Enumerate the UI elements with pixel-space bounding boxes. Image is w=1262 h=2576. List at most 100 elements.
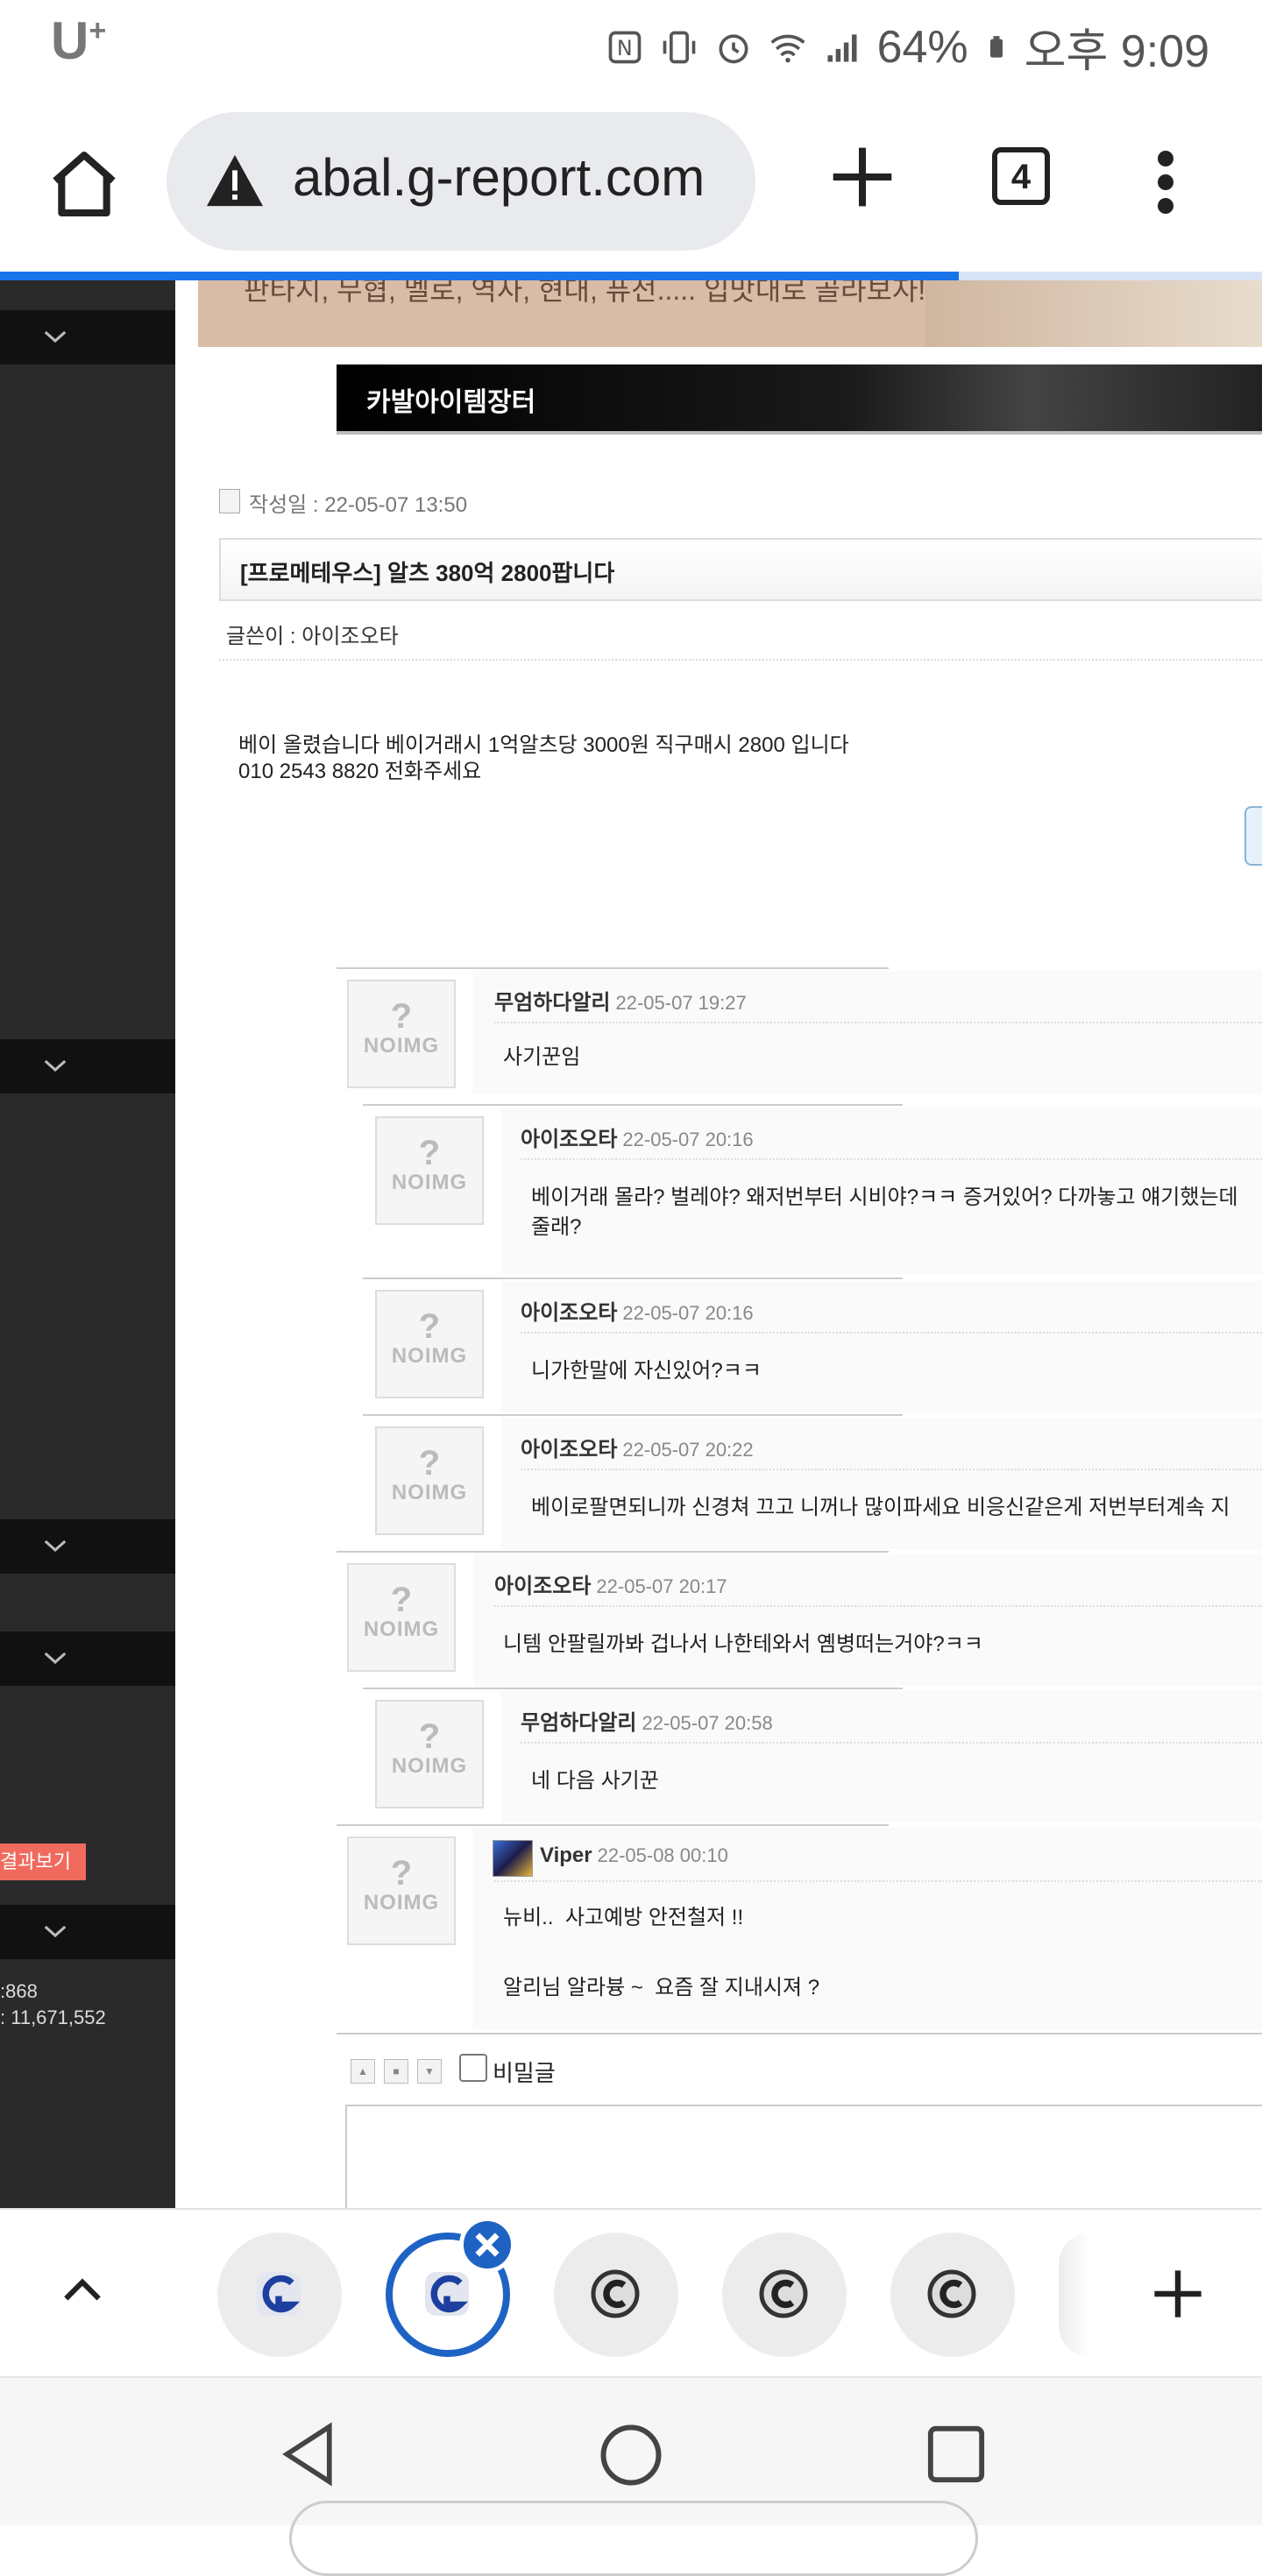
divider (219, 659, 1262, 661)
comment-header: 아이조오타 22-05-07 20:22 (521, 1432, 754, 1462)
comment-author[interactable]: 아이조오타 (521, 1128, 617, 1151)
avatar: ? NOIMG (375, 1290, 484, 1398)
post-author: 글쓴이 : 아이조오타 (226, 625, 399, 648)
divider (337, 967, 889, 969)
sidebar-toggle[interactable] (0, 1519, 175, 1574)
more-menu-icon[interactable] (1155, 151, 1176, 214)
avatar: ? NOIMG (347, 980, 456, 1088)
tab-thumbnail[interactable] (554, 2233, 678, 2357)
side-action-button[interactable] (1244, 806, 1262, 866)
divider (363, 1104, 903, 1106)
status-bar: U+ N 64% 오후 9:09 (0, 0, 1262, 84)
comment-author[interactable]: 무엄하다알리 (494, 991, 610, 1015)
comment-author[interactable]: 아이조오타 (521, 1301, 617, 1325)
chevron-down-icon (44, 330, 67, 343)
chevron-down-icon (44, 1539, 67, 1553)
site-sidebar: 결과보기 :868 : 11,671,552 (0, 280, 175, 2208)
divider (363, 1277, 903, 1279)
comment-date: 22-05-07 20:22 (622, 1439, 754, 1461)
editor-up-button[interactable]: ▲ (351, 2059, 375, 2084)
home-circle-icon[interactable] (599, 2424, 663, 2487)
tab-thumbnail[interactable] (1059, 2233, 1090, 2357)
divider (521, 1468, 1262, 1470)
result-button[interactable]: 결과보기 (0, 1844, 86, 1880)
secret-label: 비밀글 (493, 2060, 556, 2086)
chevron-up-icon[interactable] (58, 2266, 107, 2315)
divider (337, 1824, 889, 1826)
vibrate-icon (663, 31, 695, 63)
tab-thumbnail[interactable] (890, 2233, 1015, 2357)
close-tab-icon[interactable] (459, 2217, 515, 2273)
post-body: 베이 올렸습니다 베이거래시 1억알츠당 3000원 직구매시 2800 입니다… (238, 732, 849, 785)
comment-text: 베이거래 몰라? 벌레야? 왜저번부터 시비야?ㅋㅋ 증거있어? 다까놓고 얘기… (531, 1183, 1238, 1242)
back-icon[interactable] (279, 2422, 340, 2487)
comment-header: 아이조오타 22-05-07 20:17 (494, 1568, 727, 1599)
post-title: [프로메테우스] 알츠 380억 2800팝니다 (240, 560, 615, 586)
comment-author[interactable]: Viper (540, 1844, 592, 1867)
status-icons: N 64% 오후 9:09 (606, 14, 1209, 80)
site-logo-icon (257, 2272, 301, 2316)
divider (363, 1688, 903, 1689)
site-logo-icon (927, 2269, 976, 2318)
board-header: 카발아이템장터 (337, 364, 1262, 435)
tab-switcher-button[interactable]: 4 (992, 147, 1050, 205)
sidebar-toggle[interactable] (0, 1905, 175, 1959)
nfc-icon: N (608, 31, 641, 63)
divider (521, 1158, 1262, 1160)
editor-down-button[interactable]: ▼ (417, 2059, 442, 2084)
comment-date: 22-05-07 20:58 (642, 1712, 773, 1734)
divider (494, 1605, 1262, 1607)
comment-text: 뉴비.. 사고예방 안전철저 !! (503, 1906, 744, 1929)
comment-author[interactable]: 무엄하다알리 (521, 1711, 636, 1735)
comment-text-line: 베이거래 몰라? 벌레야? 왜저번부터 시비야?ㅋㅋ 증거있어? 다까놓고 얘기… (531, 1185, 1238, 1209)
site-logo-icon (591, 2269, 640, 2318)
comment-author[interactable]: 아이조오타 (521, 1438, 617, 1461)
sidebar-toggle[interactable] (0, 1039, 175, 1093)
page-load-progress (0, 272, 1262, 280)
divider (494, 1880, 1262, 1882)
warning-icon[interactable] (203, 152, 266, 209)
page-load-progress-fill (0, 272, 960, 280)
avatar: ? NOIMG (375, 1116, 484, 1225)
divider (521, 1332, 1262, 1334)
carrier-label: U+ (51, 11, 107, 70)
comment-text: 네 다음 사기꾼 (531, 1769, 659, 1793)
comment-author[interactable]: 아이조오타 (494, 1575, 591, 1598)
comment-text: 사기꾼임 (503, 1045, 581, 1069)
post-body-line: 010 2543 8820 전화주세요 (238, 760, 482, 783)
editor-reset-button[interactable]: ■ (384, 2059, 408, 2084)
sidebar-toggle[interactable] (0, 1631, 175, 1686)
member-level-icon (493, 1840, 533, 1877)
add-tab-icon[interactable] (1150, 2266, 1206, 2322)
address-bar[interactable]: abal.g-report.com (167, 112, 755, 251)
system-navigation-bar (0, 2376, 1262, 2576)
avatar: ? NOIMG (375, 1700, 484, 1808)
board-title: 카발아이템장터 (366, 388, 536, 417)
comment-header: 아이조오타 22-05-07 20:16 (521, 1295, 754, 1326)
comment-date: 22-05-07 19:27 (615, 992, 747, 1014)
home-icon[interactable] (46, 145, 123, 223)
svg-text:N: N (616, 36, 632, 60)
post-body-line: 베이 올렸습니다 베이거래시 1억알츠당 3000원 직구매시 2800 입니다 (238, 733, 849, 757)
battery-percent: 64% (876, 21, 968, 73)
comment-textarea[interactable] (345, 2105, 1262, 2208)
gesture-handle (289, 2501, 978, 2576)
promo-banner[interactable]: 판타지, 무협, 멜로, 역사, 현대, 퓨전..... 입맛대로 골라보자! (198, 280, 1262, 347)
battery-icon (989, 35, 1003, 58)
comment-date: 22-05-07 20:16 (622, 1302, 754, 1324)
url-text: abal.g-report.com (293, 148, 705, 207)
comment-date: 22-05-08 00:10 (597, 1844, 728, 1866)
post-date: 작성일 : 22-05-07 13:50 (249, 493, 468, 517)
sidebar-toggle[interactable] (0, 310, 175, 364)
recents-icon[interactable] (925, 2424, 987, 2485)
site-logo-icon (759, 2269, 808, 2318)
tab-thumbnail[interactable] (217, 2233, 342, 2357)
tab-thumbnail[interactable] (722, 2233, 847, 2357)
banner-text: 판타지, 무협, 멜로, 역사, 현대, 퓨전..... 입맛대로 골라보자! (244, 280, 926, 306)
avatar: ? NOIMG (347, 1563, 456, 1672)
secret-checkbox[interactable] (459, 2054, 487, 2082)
comment-text: 니가한말에 자신있어?ㅋㅋ (531, 1359, 762, 1383)
comment-header: 무엄하다알리 22-05-07 19:27 (494, 985, 747, 1016)
tab-strip (0, 2208, 1262, 2378)
new-tab-icon[interactable] (827, 142, 897, 212)
